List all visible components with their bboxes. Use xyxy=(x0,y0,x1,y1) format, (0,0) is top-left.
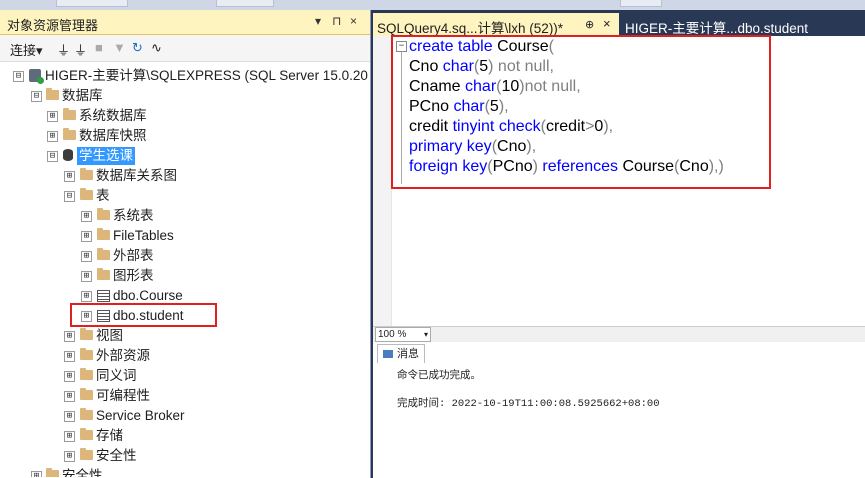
highlight-box-dbo-student xyxy=(70,303,217,327)
document-tabs: SQLQuery4.sq...计算\lxh (52))* ⊕ × HIGER-主… xyxy=(371,10,865,36)
disconnect-plug-icon[interactable]: ⏚ xyxy=(74,40,87,59)
tree-node-label: 学生选课 xyxy=(77,147,135,165)
highlight-box-code xyxy=(391,35,771,189)
collapse-icon[interactable]: ⊟ xyxy=(13,71,24,82)
folder-icon xyxy=(80,328,93,340)
expand-icon[interactable]: ⊞ xyxy=(64,351,75,362)
expand-icon[interactable]: ⊞ xyxy=(47,111,58,122)
results-pane: 消息 命令已成功完成。 完成时间: 2022-10-19T11:00:08.59… xyxy=(373,342,865,478)
refresh-icon[interactable]: ↻ xyxy=(132,40,143,56)
close-icon[interactable]: × xyxy=(603,16,611,31)
pin-icon[interactable]: ⊓ xyxy=(332,14,341,28)
expand-icon[interactable]: ⊞ xyxy=(81,291,92,302)
tree-node-label: 图形表 xyxy=(113,268,154,283)
result-message: 命令已成功完成。 xyxy=(397,370,481,382)
toolbar-fragment xyxy=(56,0,128,7)
tab-label: SQLQuery4.sq...计算\lxh (52))* xyxy=(377,21,564,36)
folder-icon xyxy=(80,188,93,200)
tree-node-label: 可编程性 xyxy=(96,388,150,403)
tree-node-label: HIGER-主要计算\SQLEXPRESS (SQL Server 15.0.2… xyxy=(45,68,368,83)
expand-icon[interactable]: ⊞ xyxy=(64,451,75,462)
expand-icon[interactable]: ⊞ xyxy=(81,231,92,242)
folder-icon xyxy=(46,88,59,100)
object-explorer-toolbar: 连接▾ ⏚ ⏚ ■ ▼ ↻ ∿ xyxy=(0,35,370,62)
expand-icon[interactable]: ⊞ xyxy=(81,271,92,282)
tree-node-label: Service Broker xyxy=(96,408,185,423)
tree-node-label: 安全性 xyxy=(62,468,103,477)
folder-icon xyxy=(80,368,93,380)
query-editor[interactable]: − create table Course(Cno char(5) not nu… xyxy=(373,35,865,326)
filter-icon[interactable]: ▼ xyxy=(113,40,126,55)
folder-icon xyxy=(97,228,110,240)
collapse-icon[interactable]: ⊟ xyxy=(64,191,75,202)
editor-gutter xyxy=(373,36,392,326)
connect-button[interactable]: 连接▾ xyxy=(10,40,43,59)
tree-node-label: 数据库关系图 xyxy=(96,168,177,183)
tree-node-label: 数据库 xyxy=(62,88,103,103)
close-icon[interactable]: × xyxy=(350,14,357,28)
collapse-icon[interactable]: ⊟ xyxy=(47,151,58,162)
object-explorer-panel: 对象资源管理器 ▾ ⊓ × 连接▾ ⏚ ⏚ ■ ▼ ↻ ∿ ⊟ HIGER-主要… xyxy=(0,10,371,478)
tree-node-label: 系统表 xyxy=(113,208,154,223)
tree-node-label: 外部表 xyxy=(113,248,154,263)
tree-node-label: 安全性 xyxy=(96,448,137,463)
table-icon xyxy=(97,290,110,302)
expand-icon[interactable]: ⊞ xyxy=(64,171,75,182)
toolbar-fragment xyxy=(620,0,662,7)
collapse-icon[interactable]: ⊟ xyxy=(31,91,42,102)
tab-sqlquery4[interactable]: SQLQuery4.sq...计算\lxh (52))* ⊕ × xyxy=(373,13,619,36)
expand-icon[interactable]: ⊞ xyxy=(47,131,58,142)
expand-icon[interactable]: ⊞ xyxy=(64,431,75,442)
zoom-select[interactable]: 100 % ▾ xyxy=(375,327,431,342)
zoom-bar: 100 % ▾ xyxy=(373,326,865,342)
tree-node-label: 同义词 xyxy=(96,368,137,383)
folder-icon xyxy=(80,448,93,460)
expand-icon[interactable]: ⊞ xyxy=(81,251,92,262)
folder-icon xyxy=(80,428,93,440)
stop-icon[interactable]: ■ xyxy=(95,40,103,55)
tree-node-label: 表 xyxy=(96,188,110,203)
expand-icon[interactable]: ⊞ xyxy=(64,331,75,342)
tab-messages-label: 消息 xyxy=(397,348,419,360)
expand-icon[interactable]: ⊞ xyxy=(31,471,42,477)
toolbar-fragment xyxy=(216,0,274,7)
expand-icon[interactable]: ⊞ xyxy=(64,411,75,422)
tree-node-label: 数据库快照 xyxy=(79,128,147,143)
tree-node-label: 存储 xyxy=(96,428,123,443)
folder-icon xyxy=(63,128,76,140)
tree-node-label: 系统数据库 xyxy=(79,108,147,123)
expand-icon[interactable]: ⊞ xyxy=(64,391,75,402)
expand-icon[interactable]: ⊞ xyxy=(81,211,92,222)
object-explorer-title-bar: 对象资源管理器 ▾ ⊓ × xyxy=(0,10,370,35)
folder-icon xyxy=(80,388,93,400)
folder-icon xyxy=(97,248,110,260)
activity-monitor-icon[interactable]: ∿ xyxy=(151,40,162,56)
tab-dbo-student[interactable]: HIGER-主要计算...dbo.student xyxy=(625,17,808,37)
pin-icon[interactable]: ⊕ xyxy=(585,18,594,31)
tree-node-label: FileTables xyxy=(113,228,174,243)
connect-plug-icon[interactable]: ⏚ xyxy=(57,40,70,59)
server-icon xyxy=(29,69,44,84)
folder-icon xyxy=(80,408,93,420)
folder-icon xyxy=(46,468,59,477)
object-explorer-tree: ⊟ HIGER-主要计算\SQLEXPRESS (SQL Server 15.0… xyxy=(0,63,368,477)
folder-icon xyxy=(97,268,110,280)
message-icon xyxy=(383,350,393,359)
folder-icon xyxy=(63,108,76,120)
object-explorer-title: 对象资源管理器 xyxy=(7,18,99,33)
zoom-value: 100 % xyxy=(378,329,407,340)
dropdown-icon[interactable]: ▾ xyxy=(315,14,321,28)
tab-messages[interactable]: 消息 xyxy=(377,344,425,363)
folder-icon xyxy=(97,208,110,220)
chevron-down-icon: ▾ xyxy=(423,330,428,339)
expand-icon[interactable]: ⊞ xyxy=(64,371,75,382)
tree-node-label: 视图 xyxy=(96,328,123,343)
completion-time: 完成时间: 2022-10-19T11:00:08.5925662+08:00 xyxy=(397,398,660,410)
database-icon xyxy=(63,149,73,161)
folder-icon xyxy=(80,348,93,360)
tree-node-label: 外部资源 xyxy=(96,348,150,363)
folder-icon xyxy=(80,168,93,180)
